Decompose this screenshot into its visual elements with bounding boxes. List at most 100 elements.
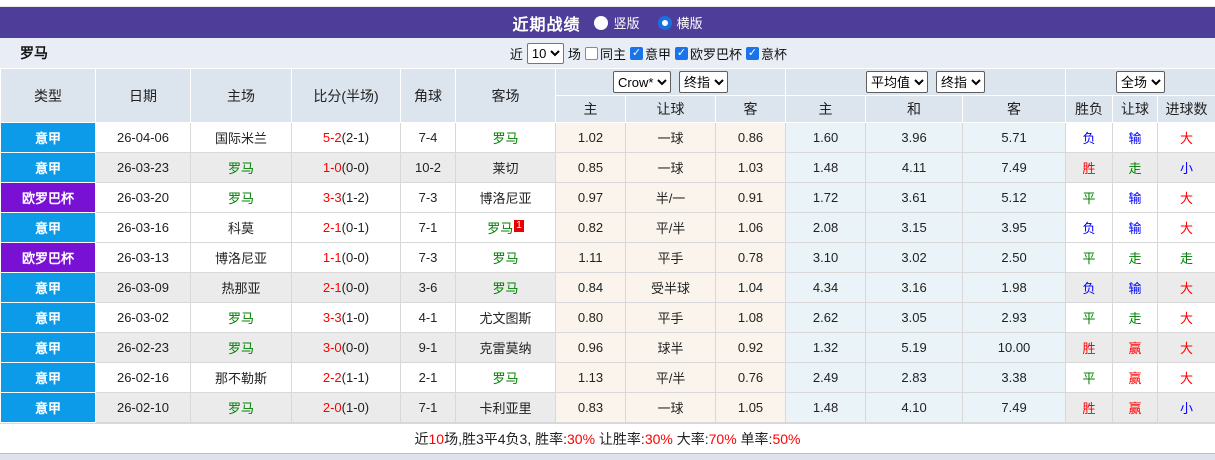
away-team[interactable]: 卡利亚里 — [455, 392, 556, 423]
away-team[interactable]: 罗马 — [455, 242, 556, 273]
corner-count: 7-1 — [400, 392, 456, 423]
handicap-result: 赢 — [1112, 332, 1159, 363]
euro-away-odds: 5.71 — [962, 122, 1067, 153]
match-date: 26-03-02 — [95, 302, 191, 333]
subheader-euro-home: 主 — [785, 95, 867, 123]
handicap-result: 输 — [1112, 272, 1159, 303]
bookmaker-select[interactable]: Crow* — [613, 71, 672, 93]
full-time-score: 2-1 — [322, 220, 342, 235]
euro-draw-odds: 5.19 — [865, 332, 964, 363]
league-badge: 意甲 — [0, 212, 96, 243]
handicap-away-odds: 0.78 — [714, 242, 787, 273]
league-badge: 意甲 — [0, 272, 96, 303]
home-team[interactable]: 罗马 — [190, 332, 292, 363]
outcome-result: 胜 — [1065, 152, 1114, 183]
away-team[interactable]: 克雷莫纳 — [455, 332, 556, 363]
filter-bar: 罗马 近 10 场 同主 ✓ 意甲 ✓ 欧罗巴杯 ✓ 意杯 — [0, 38, 1215, 68]
league-filter-serie-a[interactable]: ✓ 意甲 — [629, 44, 671, 63]
score-cell: 2-1(0-0) — [291, 272, 401, 303]
table-row: 欧罗巴杯 26-03-13 博洛尼亚 1-1(0-0) 7-3 罗马 1.11 … — [0, 242, 1215, 273]
checkbox-checked-icon[interactable]: ✓ — [745, 46, 759, 60]
europa-label: 欧罗巴杯 — [689, 46, 742, 62]
handicap-final-odds-select[interactable]: 终指 — [679, 71, 729, 93]
handicap-home-odds: 0.96 — [555, 332, 626, 363]
handicap-away-odds: 0.76 — [714, 362, 787, 393]
home-team[interactable]: 罗马 — [190, 302, 292, 333]
table-row: 意甲 26-03-02 罗马 3-3(1-0) 4-1 尤文图斯 0.80 平手… — [0, 302, 1215, 333]
euro-draw-odds: 3.96 — [865, 122, 964, 153]
radio-unchecked-icon[interactable] — [594, 15, 609, 30]
coppa-label: 意杯 — [760, 46, 787, 62]
outcome-result: 负 — [1065, 272, 1114, 303]
league-filter-coppa[interactable]: ✓ 意杯 — [745, 44, 787, 63]
home-team[interactable]: 科莫 — [190, 212, 292, 243]
summary-stat-label: 场,胜3平4负3, 胜率: — [444, 430, 568, 447]
table-row: 意甲 26-02-10 罗马 2-0(1-0) 7-1 卡利亚里 0.83 一球… — [0, 392, 1215, 423]
euro-away-odds: 5.12 — [962, 182, 1067, 213]
outcome-result: 平 — [1065, 302, 1114, 333]
radio-vertical-label[interactable]: 竖版 — [613, 13, 639, 32]
away-team[interactable]: 莱切 — [455, 152, 556, 183]
home-team[interactable]: 热那亚 — [190, 272, 292, 303]
euro-final-odds-select[interactable]: 终指 — [936, 71, 986, 93]
home-team[interactable]: 国际米兰 — [190, 122, 292, 153]
away-team[interactable]: 罗马 — [455, 272, 556, 303]
match-date: 26-03-09 — [95, 272, 191, 303]
score-cell: 3-3(1-2) — [291, 182, 401, 213]
home-team[interactable]: 罗马 — [190, 152, 292, 183]
league-badge: 意甲 — [0, 392, 96, 423]
score-cell: 3-0(0-0) — [291, 332, 401, 363]
euro-draw-odds: 3.05 — [865, 302, 964, 333]
page-title: 近期战绩 — [512, 16, 581, 34]
checkbox-unchecked-icon[interactable] — [584, 46, 598, 60]
home-team[interactable]: 罗马 — [190, 392, 292, 423]
col-header-score: 比分(半场) — [291, 68, 401, 123]
home-team[interactable]: 罗马 — [190, 182, 292, 213]
away-team[interactable]: 博洛尼亚 — [455, 182, 556, 213]
subheader-goals: 进球数 — [1157, 95, 1215, 123]
full-time-score: 5-2 — [322, 130, 342, 145]
radio-checked-icon[interactable] — [657, 15, 672, 30]
score-cell: 1-0(0-0) — [291, 152, 401, 183]
half-time-score: (1-0) — [341, 310, 370, 325]
summary-text: 近10场,胜3平4负3, 胜率:30% 让胜率:30% 大率:70% 单率:50… — [415, 429, 801, 449]
corner-count: 4-1 — [400, 302, 456, 333]
handicap-away-odds: 1.05 — [714, 392, 787, 423]
average-odds-select[interactable]: 平均值 — [866, 71, 929, 93]
league-badge: 意甲 — [0, 302, 96, 333]
handicap-line: 平手 — [625, 302, 716, 333]
handicap-home-odds: 0.97 — [555, 182, 626, 213]
radio-horizontal-layout[interactable]: 横版 — [657, 13, 703, 32]
checkbox-checked-icon[interactable]: ✓ — [674, 46, 688, 60]
match-count-select[interactable]: 10 — [526, 42, 564, 64]
match-date: 26-03-16 — [95, 212, 191, 243]
league-filter-europa[interactable]: ✓ 欧罗巴杯 — [674, 44, 742, 63]
radio-horizontal-label[interactable]: 横版 — [677, 13, 703, 32]
radio-vertical-layout[interactable]: 竖版 — [594, 13, 640, 32]
handicap-line: 一球 — [625, 152, 716, 183]
handicap-away-odds: 0.92 — [714, 332, 787, 363]
euro-home-odds: 1.32 — [785, 332, 867, 363]
layout-radio-group: 竖版 横版 — [594, 13, 703, 32]
home-team[interactable]: 那不勒斯 — [190, 362, 292, 393]
col-header-home: 主场 — [190, 68, 292, 123]
away-team[interactable]: 尤文图斯 — [455, 302, 556, 333]
handicap-line: 半/一 — [625, 182, 716, 213]
euro-away-odds: 10.00 — [962, 332, 1067, 363]
home-team[interactable]: 博洛尼亚 — [190, 242, 292, 273]
euro-away-odds: 7.49 — [962, 392, 1067, 423]
away-team[interactable]: 罗马 1 — [455, 212, 556, 243]
match-date: 26-04-06 — [95, 122, 191, 153]
euro-away-odds: 7.49 — [962, 152, 1067, 183]
handicap-result: 赢 — [1112, 362, 1159, 393]
top-strip — [0, 0, 1215, 7]
full-match-select[interactable]: 全场 — [1116, 71, 1166, 93]
checkbox-checked-icon[interactable]: ✓ — [629, 46, 643, 60]
same-home-filter[interactable]: 同主 — [584, 44, 626, 63]
handicap-away-odds: 1.03 — [714, 152, 787, 183]
away-team[interactable]: 罗马 — [455, 122, 556, 153]
handicap-away-odds: 1.08 — [714, 302, 787, 333]
euro-home-odds: 2.49 — [785, 362, 867, 393]
goals-result: 大 — [1157, 362, 1215, 393]
away-team[interactable]: 罗马 — [455, 362, 556, 393]
